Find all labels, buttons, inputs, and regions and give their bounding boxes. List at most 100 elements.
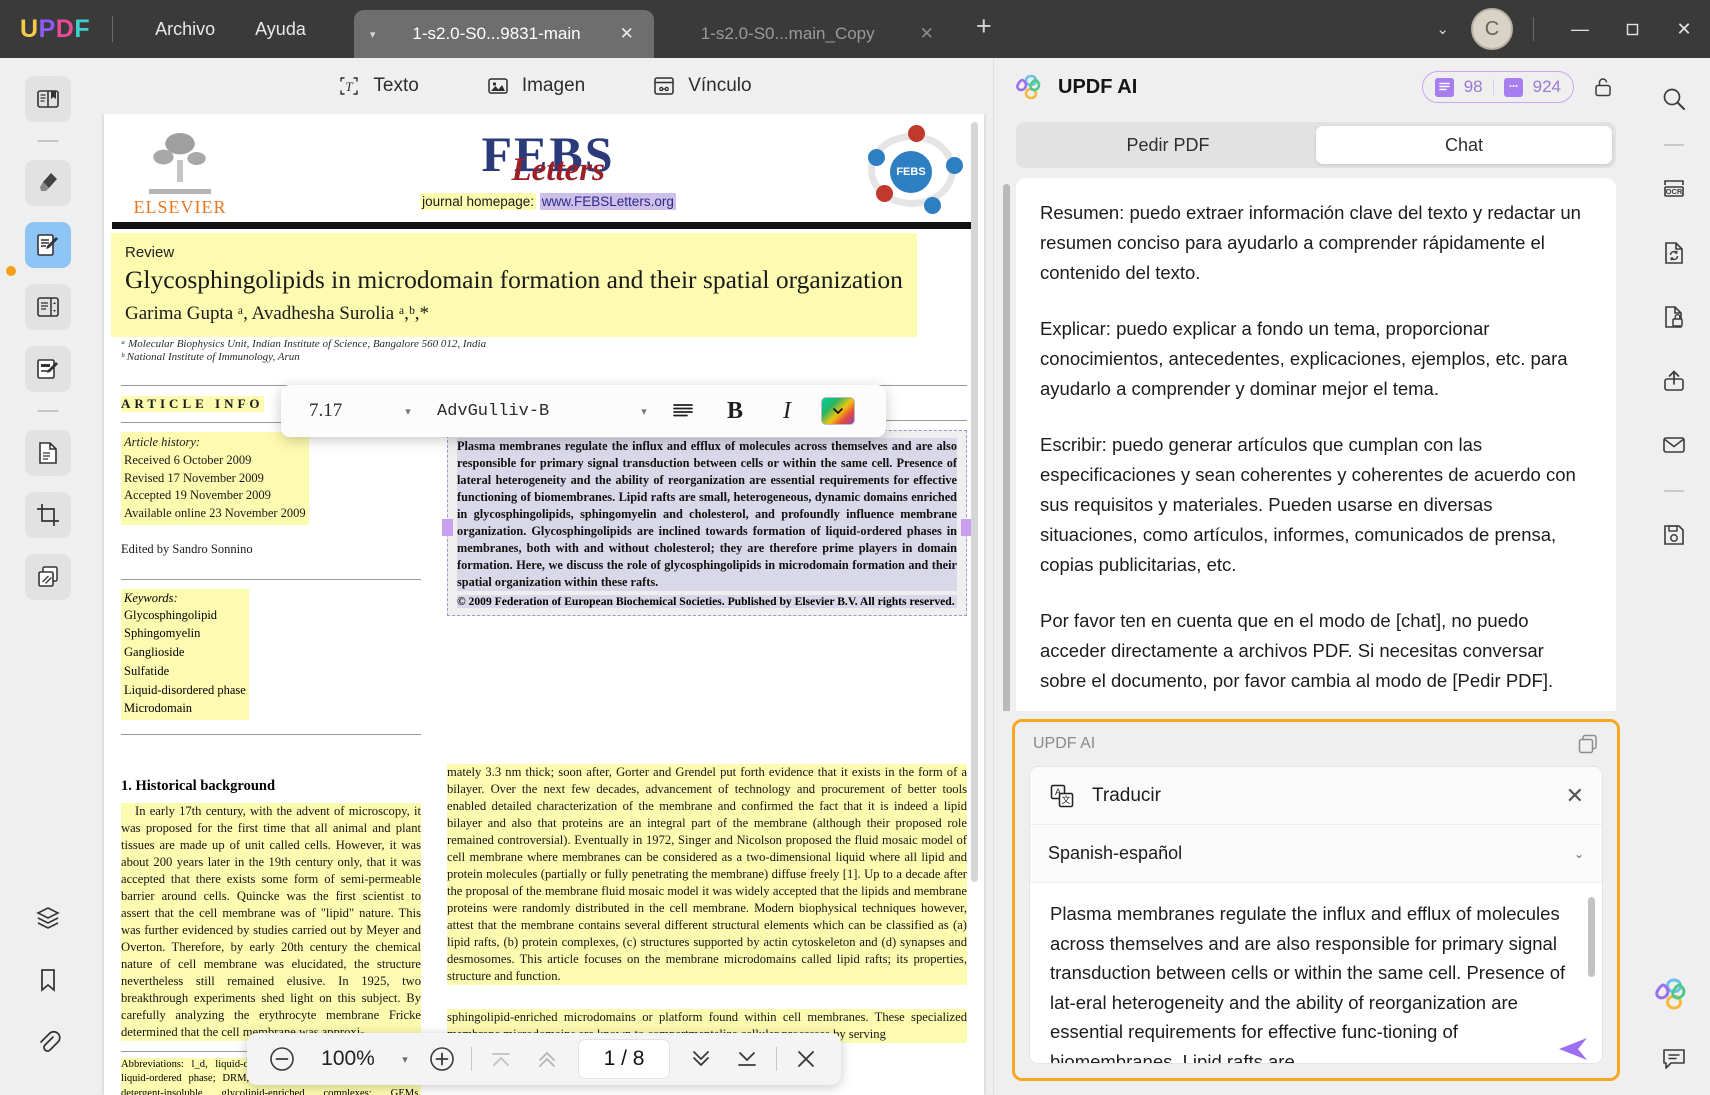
tab-document-2[interactable]: 1-s2.0-S0...main_Copy ✕ [654, 10, 954, 58]
keyword: Microdomain [124, 701, 193, 716]
left-tool-rail [0, 58, 95, 1095]
chevron-down-icon[interactable]: ⌄ [1574, 847, 1584, 861]
page-indicator[interactable]: 1 / 8 [578, 1039, 670, 1079]
elsevier-logo: ELSEVIER [126, 122, 234, 218]
page-viewport[interactable]: ELSEVIER FEBS Letters journal homepage: … [95, 114, 993, 1095]
tool-imagen[interactable]: Imagen [485, 73, 585, 99]
article-history: Article history: Received 6 October 2009… [121, 432, 309, 525]
resize-handle-left[interactable] [442, 519, 453, 537]
font-family-value[interactable]: AdvGulliv-B [421, 402, 631, 421]
sidebar-item-organize[interactable] [24, 284, 71, 330]
share-icon[interactable] [1653, 360, 1695, 402]
menu-archivo[interactable]: Archivo [135, 19, 235, 40]
history-item: Received 6 October 2009 [124, 452, 252, 467]
svg-text:文: 文 [1061, 794, 1070, 805]
sidebar-item-reader[interactable] [24, 76, 71, 122]
sidebar-item-crop[interactable] [24, 492, 71, 538]
article-title: Glycosphingolipids in microdomain format… [125, 265, 903, 294]
new-tab-button[interactable]: + [954, 11, 1010, 48]
language-select-row[interactable]: Spanish-español ⌄ [1030, 825, 1602, 883]
send-button[interactable] [1553, 1032, 1593, 1066]
protect-icon[interactable] [1653, 296, 1695, 338]
sidebar-item-ocr[interactable] [24, 430, 71, 476]
search-icon[interactable] [1653, 78, 1695, 120]
article-history-label: Article history: [124, 435, 201, 449]
go-first-page-button[interactable] [478, 1036, 524, 1082]
translate-input-card[interactable]: UPDF AI A文 Traducir ✕ Spanish-español ⌄ [1012, 719, 1620, 1081]
save-icon[interactable] [1653, 514, 1695, 556]
tab-close-icon[interactable]: ✕ [916, 24, 938, 44]
ai-credits-badge[interactable]: 98 924 [1421, 71, 1574, 103]
translate-source-textarea[interactable]: Plasma membranes regulate the influx and… [1030, 883, 1602, 1063]
sidebar-item-fill-sign[interactable] [24, 346, 71, 392]
go-next-page-button[interactable] [678, 1036, 724, 1082]
document-area: T Texto Imagen Vínculo ELSEVIER FEBS Let… [95, 58, 993, 1095]
copy-icon[interactable] [1577, 733, 1599, 755]
bold-button[interactable]: B [709, 398, 761, 425]
chevron-down-icon[interactable]: ⌄ [1414, 20, 1471, 38]
font-format-toolbar[interactable]: 7.17 ▾ AdvGulliv-B ▾ B I [281, 385, 886, 437]
menu-ayuda[interactable]: Ayuda [235, 19, 326, 40]
body-paragraph-left: In early 17th century, with the advent o… [121, 803, 421, 1041]
tool-vinculo[interactable]: Vínculo [651, 73, 752, 99]
ai-panel: UPDF AI 98 924 Pedir PDF Chat Resumen: p… [993, 58, 1638, 1095]
ai-message-paragraph: Escribir: puedo generar artículos que cu… [1040, 433, 1576, 575]
sidebar-item-bookmarks[interactable] [25, 957, 71, 1003]
zoom-out-button[interactable] [259, 1036, 305, 1082]
tab-document-1[interactable]: ▾ 1-s2.0-S0...9831-main ✕ [353, 10, 654, 58]
page-scrollbar[interactable] [971, 122, 978, 882]
italic-button[interactable]: I [761, 398, 813, 425]
toolbar-divider [471, 1047, 472, 1071]
homepage-url[interactable]: www.FEBSLetters.org [539, 193, 676, 211]
ai-message-paragraph: Explicar: puedo explicar a fondo un tema… [1040, 317, 1568, 399]
zoom-in-button[interactable] [419, 1036, 465, 1082]
title-bar-left: UPDF Archivo Ayuda [0, 0, 326, 58]
text-color-swatch[interactable] [821, 397, 855, 425]
divider [121, 734, 421, 735]
font-size-value[interactable]: 7.17 [295, 400, 395, 422]
translate-icon: A文 [1048, 782, 1076, 810]
ai-conversation[interactable]: Resumen: puedo extraer información clave… [994, 168, 1638, 711]
abstract-edit-box[interactable]: Plasma membranes regulate the influx and… [442, 430, 972, 616]
font-family-dropdown-icon[interactable]: ▾ [631, 405, 657, 418]
translate-watermark: UPDF AI [1033, 735, 1096, 752]
tool-texto[interactable]: T Texto [336, 73, 419, 99]
window-minimize-button[interactable]: — [1554, 0, 1606, 58]
section-heading: 1. Historical background [121, 778, 276, 794]
tab-dropdown-icon[interactable]: ▾ [370, 28, 376, 41]
convert-icon[interactable] [1653, 232, 1695, 274]
sidebar-item-layers[interactable] [25, 895, 71, 941]
align-justify-icon[interactable] [657, 402, 709, 420]
ai-panel-header: UPDF AI 98 924 [994, 58, 1638, 116]
feedback-icon[interactable] [1653, 1037, 1695, 1079]
article-authors: Garima Gupta ᵃ, Avadhesha Surolia ᵃ,ᵇ,* [125, 303, 430, 324]
zoom-level-value[interactable]: 100% [305, 1047, 391, 1071]
close-toolbar-button[interactable] [783, 1036, 829, 1082]
page-navigation-toolbar[interactable]: 100% ▾ 1 / 8 [247, 1033, 841, 1085]
zoom-dropdown-icon[interactable]: ▾ [391, 1053, 419, 1066]
close-icon[interactable]: ✕ [1566, 783, 1584, 809]
pdf-page[interactable]: ELSEVIER FEBS Letters journal homepage: … [104, 114, 984, 1095]
font-size-dropdown-icon[interactable]: ▾ [395, 405, 421, 418]
window-maximize-button[interactable] [1606, 0, 1658, 58]
abstract-text[interactable]: Plasma membranes regulate the influx and… [457, 438, 957, 591]
sidebar-item-edit-pdf[interactable] [24, 222, 71, 268]
ai-message-bubble: Resumen: puedo extraer información clave… [1016, 178, 1616, 711]
tab-pedir-pdf[interactable]: Pedir PDF [1020, 126, 1316, 164]
go-prev-page-button[interactable] [524, 1036, 570, 1082]
go-last-page-button[interactable] [724, 1036, 770, 1082]
avatar[interactable]: C [1471, 8, 1513, 50]
ocr-icon[interactable]: OCR [1653, 168, 1695, 210]
ai-assistant-icon[interactable] [1655, 975, 1693, 1013]
title-bar: UPDF Archivo Ayuda ▾ 1-s2.0-S0...9831-ma… [0, 0, 1710, 58]
tab-chat[interactable]: Chat [1316, 126, 1612, 164]
unlock-icon[interactable] [1586, 70, 1620, 104]
tab-close-icon[interactable]: ✕ [616, 24, 638, 44]
ai-conversation-scrollbar[interactable] [1003, 184, 1010, 711]
email-icon[interactable] [1653, 424, 1695, 466]
translate-textarea-scrollbar[interactable] [1588, 897, 1595, 977]
window-close-button[interactable]: ✕ [1658, 0, 1710, 58]
sidebar-item-attachments[interactable] [25, 1019, 71, 1065]
sidebar-item-highlight[interactable] [24, 160, 71, 206]
sidebar-item-batch[interactable] [24, 554, 71, 600]
